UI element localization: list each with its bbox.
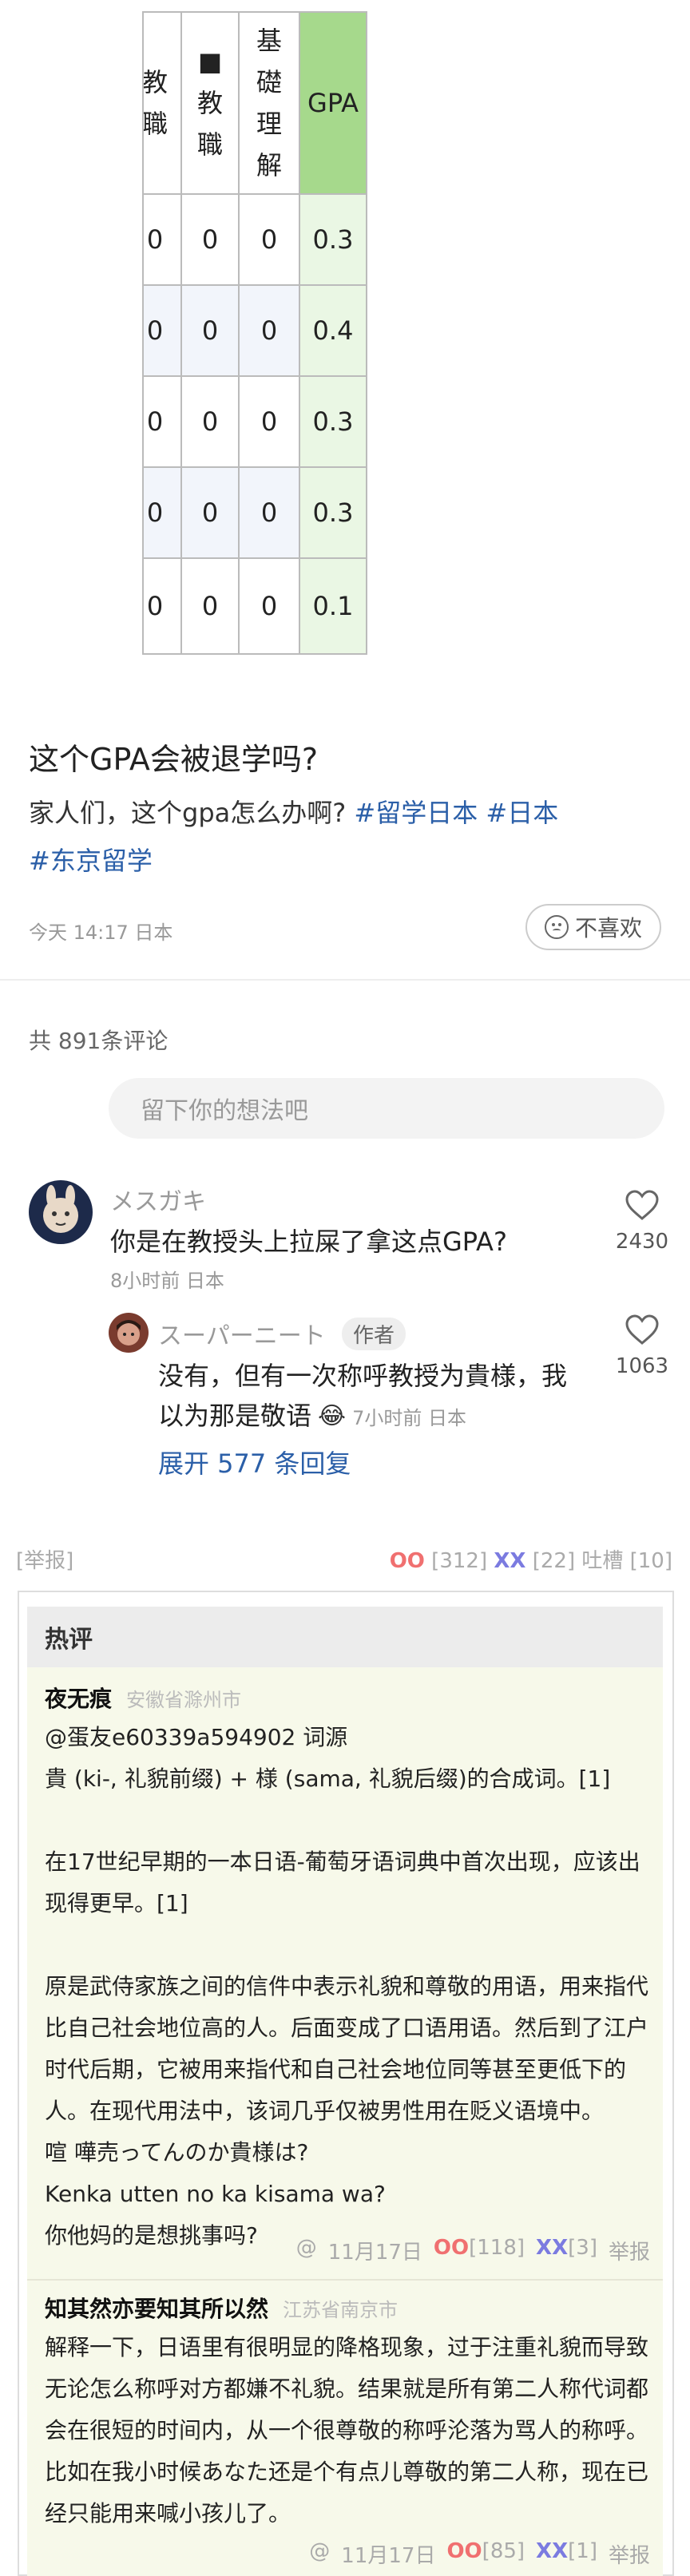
review-location: 江苏省南京市	[283, 2299, 399, 2321]
table-cell: 0	[144, 468, 180, 559]
comment-input[interactable]: 留下你的想法吧	[109, 1078, 664, 1139]
post-title: 这个GPA会被退学吗?	[29, 742, 319, 777]
tucao-link[interactable]: 吐槽 [10]	[581, 1549, 672, 1573]
avatar[interactable]	[29, 1180, 93, 1244]
at-link[interactable]: @	[296, 2236, 317, 2265]
oo-count: [118]	[469, 2236, 525, 2260]
table-cell: 0	[240, 468, 299, 559]
tag-link[interactable]: #日本	[486, 798, 558, 828]
comment-text: 你是在教授头上拉屎了拿这点GPA?	[110, 1227, 507, 1257]
xx-count: [1]	[568, 2539, 597, 2563]
comment-username[interactable]: メスガキ	[110, 1182, 206, 1217]
report-link[interactable]: [举报]	[16, 1544, 73, 1574]
tag-link[interactable]: #留学日本	[354, 798, 478, 828]
table-cell: 0	[182, 468, 238, 559]
author-badge: 作者	[342, 1318, 406, 1350]
table-cell: 0.1	[312, 591, 354, 621]
report-link[interactable]: 举报	[609, 2539, 650, 2569]
report-link[interactable]: 举报	[609, 2236, 650, 2265]
like-count: 1063	[615, 1354, 669, 1378]
oo-count: [85]	[482, 2539, 525, 2563]
table-cell: 0.3	[300, 195, 366, 286]
divider	[27, 2279, 663, 2281]
vote-bar: OO [312] XX [22] 吐槽 [10]	[390, 1544, 672, 1574]
gpa-table: 教 職 0 0 0 0 0 ■ 教 職 0 0 0 0 0 基 礎 理 解 0 …	[142, 11, 367, 655]
oo-button[interactable]: OO	[434, 2236, 469, 2260]
table-cell: 0	[182, 377, 238, 468]
like-count: 2430	[615, 1230, 669, 1254]
table-header-1: 教 職	[144, 13, 180, 195]
reply-text-line1: 没有，但有一次称呼教授为貴様，我	[158, 1361, 568, 1391]
review-name[interactable]: 夜无痕	[45, 1682, 112, 1714]
xx-button[interactable]: XX	[494, 1549, 525, 1573]
review-text: 解释一下，日语里有很明显的降格现象，过于注重礼貌而导致 无论怎么称呼对方都嫌不礼…	[45, 2334, 649, 2526]
xx-button[interactable]: XX	[536, 2539, 568, 2563]
table-cell: 0	[144, 377, 180, 468]
table-header-2: ■ 教 職	[182, 13, 238, 195]
reply-username[interactable]: スーパーニート	[158, 1316, 326, 1351]
table-cell: 0	[182, 195, 238, 286]
table-cell: 0	[240, 286, 299, 377]
xx-count: [22]	[532, 1549, 576, 1573]
table-col-1: 教 職 0 0 0 0 0	[144, 13, 182, 653]
reply-text-line2: 以为那是敬语	[158, 1401, 312, 1431]
table-header-3: 基 礎 理 解	[240, 13, 299, 195]
review-location: 安徽省滁州市	[126, 1689, 242, 1711]
divider	[0, 979, 690, 981]
oo-count: [312]	[431, 1549, 488, 1573]
post-time: 今天 14:17 日本	[29, 921, 173, 944]
table-col-2: ■ 教 職 0 0 0 0 0	[182, 13, 240, 653]
table-header-gpa: GPA	[300, 13, 366, 195]
tag-link[interactable]: #东京留学	[29, 846, 153, 876]
table-cell: 0	[260, 591, 278, 621]
table-cell: 0	[240, 195, 299, 286]
review-date: 11月17日	[341, 2544, 436, 2568]
comment-input-placeholder: 留下你的想法吧	[141, 1097, 308, 1125]
post-body: 家人们，这个gpa怎么办啊? #留学日本 #日本 #东京留学	[29, 789, 660, 885]
review-footer: @ 11月17日 OO[118] XX[3] 举报	[296, 2236, 650, 2265]
review-author: 知其然亦要知其所以然 江苏省南京市	[45, 2292, 398, 2324]
xx-button[interactable]: XX	[536, 2236, 568, 2260]
reply-line2: 以为那是敬语 😂 7小时前 日本	[158, 1396, 466, 1436]
table-cell: 0.3	[300, 377, 366, 468]
oo-button[interactable]: OO	[446, 2539, 482, 2563]
laugh-emoji-icon: 😂	[318, 1401, 347, 1430]
review-date: 11月17日	[327, 2241, 422, 2265]
comment-meta: 8小时前 日本	[110, 1270, 224, 1292]
table-cell: 0	[146, 591, 164, 621]
heart-icon[interactable]	[625, 1314, 660, 1346]
oo-button[interactable]: OO	[390, 1549, 425, 1573]
hot-reviews-header: 热评	[27, 1607, 663, 1667]
review-text: @蛋友e60339a594902 词源 貴 (ki-, 礼貌前缀) + 様 (s…	[45, 1724, 649, 2249]
table-cell: 0.3	[300, 468, 366, 559]
table-cell: 0.4	[300, 286, 366, 377]
review-name[interactable]: 知其然亦要知其所以然	[45, 2292, 268, 2324]
table-col-3: 基 礎 理 解 0 0 0 0 0	[240, 13, 300, 653]
dislike-button[interactable]: 不喜欢	[525, 904, 661, 950]
table-cell: 0	[201, 591, 219, 621]
post-body-text: 家人们，这个gpa怎么办啊?	[29, 798, 347, 828]
table-cell: 0	[182, 286, 238, 377]
review-author: 夜无痕 安徽省滁州市	[45, 1682, 241, 1714]
sad-face-icon	[544, 915, 569, 939]
expand-replies-link[interactable]: 展开 577 条回复	[158, 1444, 351, 1480]
table-cell: 0	[240, 377, 299, 468]
review-footer: @ 11月17日 OO[85] XX[1] 举报	[309, 2539, 650, 2569]
at-link[interactable]: @	[309, 2539, 330, 2569]
reply-meta: 7小时前 日本	[352, 1406, 466, 1429]
table-col-gpa: GPA 0.3 0.4 0.3 0.3 0.1	[300, 13, 366, 653]
avatar[interactable]	[109, 1313, 149, 1353]
comment-count: 共 891条评论	[29, 1028, 169, 1054]
heart-icon[interactable]	[625, 1190, 660, 1222]
xx-count: [3]	[568, 2236, 597, 2260]
dislike-label: 不喜欢	[574, 915, 642, 941]
table-cell: 0	[144, 195, 180, 286]
table-cell: 0	[144, 286, 180, 377]
